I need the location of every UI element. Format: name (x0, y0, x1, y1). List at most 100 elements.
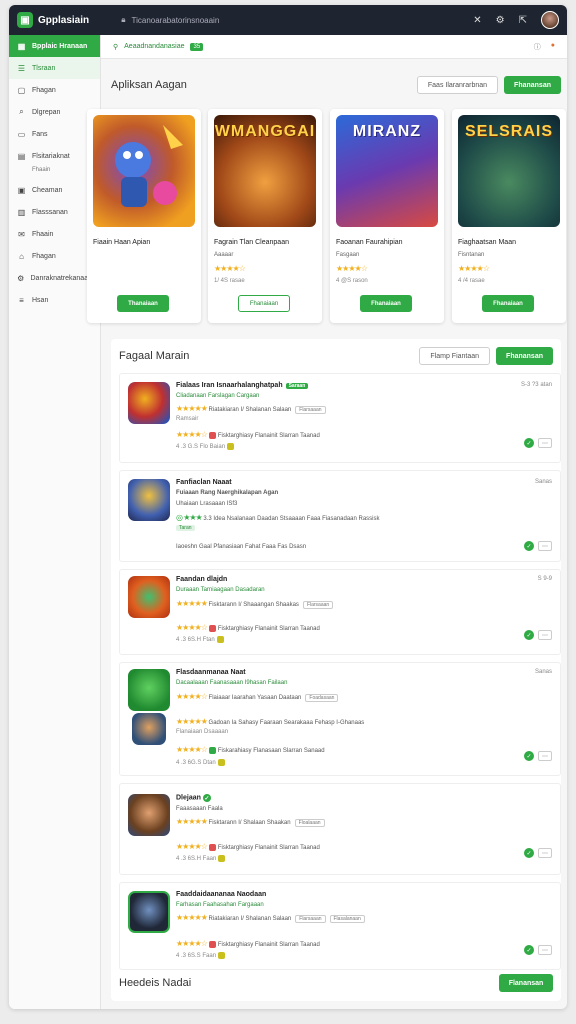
card-install-button[interactable]: Fhanaiaan (482, 295, 534, 312)
avatar[interactable] (541, 11, 559, 29)
app-subtitle: Farhasan Faahasahan Fargaaan (176, 902, 264, 908)
game-art: SELSRAIS (458, 115, 560, 227)
app-subtitle: Faaasaaan Faala (176, 806, 223, 812)
app-icon (128, 576, 170, 618)
app-icon (128, 891, 170, 933)
ticket-icon: ▭ (17, 129, 26, 139)
app-size: Sanas (534, 669, 552, 675)
row-actions: ✓ ⋯ (524, 541, 552, 551)
app-meta: 4 .3 6S.H Faan (176, 855, 227, 862)
menu-icon: ≡ (19, 295, 24, 305)
card-publisher: Fasgaan (336, 252, 360, 258)
featured-card[interactable]: MIRANZ Faoanan Faurahipian Fasgaan ★★★★☆… (330, 109, 444, 323)
app-size: Sanas (534, 479, 552, 485)
card-name: Fagrain Tlan Cleanpaan (214, 239, 289, 246)
list-item[interactable]: Flasdaanmanaa Naat Dacaalaaan Faanasaaan… (119, 662, 561, 776)
check-icon[interactable]: ✓ (524, 751, 534, 761)
app-category: Ramsair (176, 416, 199, 422)
recommended-primary-button[interactable]: Fhanansan (496, 347, 553, 365)
card-install-button[interactable]: Fhanaiaan (360, 295, 412, 312)
sidebar-item-home[interactable]: ▦ Bpplaic Hranaan (9, 35, 100, 57)
list-item[interactable]: Dlejaan ✓ Faaasaaan Faala ★★★★★ Fisktara… (119, 783, 561, 875)
card-install-button[interactable]: Thanaiaan (117, 295, 169, 312)
app-subtitle: Duraaan Tarniaagaan Dasadaran (176, 587, 265, 593)
app-logo[interactable]: ▣ Gpplasiain (17, 12, 113, 28)
sidebar-item-1[interactable]: ☰ Tlsraan (9, 57, 100, 79)
featured-card[interactable]: Fiaain Haan Apian Thanaiaan (87, 109, 201, 323)
search-input[interactable]: 🔒︎ Ticanoarabatorinsnoaain (113, 11, 473, 29)
row-actions: ✓ ⋯ (524, 945, 552, 955)
featured-card[interactable]: SELSRAIS Fiaghaatsan Maan Fisntanan ★★★★… (452, 109, 566, 323)
more-button[interactable]: ⋯ (538, 945, 552, 955)
app-icon (128, 794, 170, 836)
count-badge: 35 (190, 42, 204, 51)
app-rating-line: ★★★★★ Fisktarann I/ Shaaangan Shaakas Fla… (176, 599, 334, 609)
notification-icon[interactable]: ● (551, 42, 555, 52)
check-icon[interactable]: ✓ (524, 541, 534, 551)
app-icon-secondary (132, 713, 166, 745)
list-item[interactable]: Faaddaidaananaa Naodaan Farhasan Faahasa… (119, 882, 561, 970)
section-footer: Heedeis Nadai Flanansan (111, 965, 561, 1001)
featured-filter-button[interactable]: Faas Ilaranrarbnan (416, 76, 499, 94)
footer-button[interactable]: Flanansan (499, 974, 553, 992)
row-actions: ✓ ⋯ (524, 630, 552, 640)
app-rating-line: ★★★★★ Fisktarann I/ Shalaan Shaakan Floal… (176, 817, 325, 827)
more-button[interactable]: ⋯ (538, 438, 552, 448)
main-content: ⚲ Aeaadnandanasiae 35 ⓘ ● Apliksan Aagan… (87, 35, 567, 1009)
more-button[interactable]: ⋯ (538, 751, 552, 761)
app-icon (128, 669, 170, 711)
game-art (93, 115, 195, 227)
check-icon[interactable]: ✓ (524, 848, 534, 858)
row-actions: ✓ ⋯ (524, 438, 552, 448)
app-rating-line-2: ★★★★★ Gadoan Ia Sahasy Faaraan Searakaaa… (176, 717, 365, 726)
recommended-title: Fagaal Marain (119, 350, 190, 362)
footer-title: Heedeis Nadai (119, 977, 192, 989)
recommended-header: Fagaal Marain Flamp Fiantaan Fhanansan (111, 339, 561, 373)
app-title: Fanfiaclan Naaat (176, 479, 232, 486)
app-size: S 9-9 (537, 576, 552, 582)
featured-header: Apliksan Aagan Faas Ilaranrarbnan Fhanan… (111, 75, 561, 95)
sub-header: ⚲ Aeaadnandanasiae 35 ⓘ ● (101, 35, 567, 59)
app-rating-line: ◎ ★★★ 3.3 Idea Nsalanaan Daadan Stsaaaan… (176, 513, 380, 522)
app-rating-line: ★★★★☆ Flaiaaar Iaarahan Yasaan Daataan Fo… (176, 692, 339, 702)
settings-icon[interactable]: ⚙ (496, 15, 505, 26)
app-meta: 4 .3 6G.S Dtan (176, 759, 227, 766)
info-icon[interactable]: ⓘ (534, 42, 541, 52)
app-icon (128, 479, 170, 521)
close-icon[interactable]: ✕ (473, 15, 481, 26)
app-meta: 4 .3 G.S Flo Baian (176, 443, 236, 450)
card-meta: 4 @S rason (336, 278, 368, 284)
card-install-button[interactable]: Fhanaiaan (238, 295, 290, 312)
list-item[interactable]: Fanfiaclan Naaat Fuiaaan Rang Naerghikal… (119, 470, 561, 562)
recommended-filter-button[interactable]: Flamp Fiantaan (419, 347, 491, 365)
list-item[interactable]: Fialaas Iran Isnaarhalanghatpah Saraan Cl… (119, 373, 561, 463)
check-icon[interactable]: ✓ (524, 630, 534, 640)
game-art: MIRANZ (336, 115, 438, 227)
sub-header-label[interactable]: Aeaadnandanasiae (124, 43, 184, 50)
mail-icon: ✉ (18, 229, 25, 239)
top-bar: ▣ Gpplasiain 🔒︎ Ticanoarabatorinsnoaain … (9, 5, 567, 35)
sidebar-item-2[interactable]: ▢ Fhagan (9, 79, 100, 101)
rating-stars: ★★★★☆ (214, 264, 246, 273)
app-window: ▣ Gpplasiain 🔒︎ Ticanoarabatorinsnoaain … (9, 5, 567, 1009)
doc-icon: ▤ (17, 151, 26, 161)
app-rating-line: ★★★★★ Riatakiaran I/ Shalanan Salaan Flar… (176, 404, 326, 414)
check-icon[interactable]: ✓ (524, 438, 534, 448)
app-meta: 4 .3 6S.H Ftan (176, 636, 226, 643)
featured-title: Apliksan Aagan (111, 79, 187, 91)
featured-card[interactable]: WMANGGAI Fagrain Tlan Cleanpaan Aaaaar ★… (208, 109, 322, 323)
list-item[interactable]: Faandan dlajdn Duraaan Tarniaagaan Dasad… (119, 569, 561, 655)
box-icon: ▢ (17, 85, 26, 95)
card-publisher: Fisntanan (458, 252, 485, 258)
row-actions: ✓ ⋯ (524, 751, 552, 761)
share-icon[interactable]: ⇱ (519, 15, 527, 26)
featured-primary-button[interactable]: Fhanansan (504, 76, 561, 94)
more-button[interactable]: ⋯ (538, 541, 552, 551)
more-button[interactable]: ⋯ (538, 848, 552, 858)
card-publisher: Aaaaar (214, 252, 234, 258)
search-text: Ticanoarabatorinsnoaain (131, 15, 220, 25)
check-icon[interactable]: ✓ (524, 945, 534, 955)
app-detail-line: ★★★★☆ Fisktarghiasy Flanainit Slarran Taa… (176, 623, 320, 632)
more-button[interactable]: ⋯ (538, 630, 552, 640)
table-icon: ▥ (17, 207, 26, 217)
